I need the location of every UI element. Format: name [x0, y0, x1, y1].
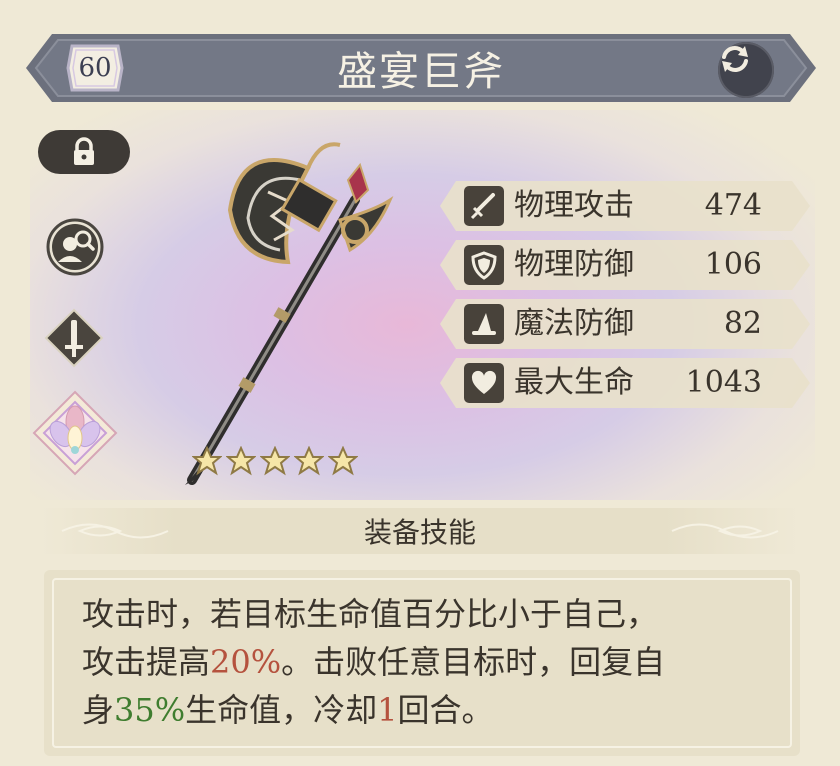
description-text: 攻击提高 [82, 643, 211, 681]
stat-value: 1043 [685, 365, 762, 400]
lotus-emblem-button[interactable] [30, 388, 120, 478]
skill-section-title: 装备技能 [363, 516, 476, 549]
star-icon [226, 446, 256, 476]
description-line: 攻击时，若目标生命值百分比小于自己， [82, 590, 762, 638]
stat-row-physical-defense: 物理防御 106 [440, 240, 810, 290]
wizard-hat-icon [472, 313, 496, 335]
stat-label: 物理攻击 [514, 188, 634, 223]
great-axe-icon [185, 142, 394, 485]
title-banner: 60 盛宴巨斧 [26, 28, 816, 108]
stat-value: 474 [704, 188, 762, 223]
sword-type-icon [44, 308, 104, 368]
skill-section-header: 装备技能 [40, 508, 800, 554]
description-text: 攻击时，若目标生命值百分比小于自己， [82, 595, 659, 633]
equipment-detail-panel: 60 盛宴巨斧 物理攻击 474 物理防御 106 魔法防御 82 最大生命 1… [0, 0, 840, 766]
description-line: 攻击提高20%。击败任意目标时，回复自 [82, 638, 762, 686]
skill-description-text: 攻击时，若目标生命值百分比小于自己， 攻击提高20%。击败任意目标时，回复自 身… [82, 590, 762, 734]
heal-percent: 35% [114, 691, 186, 729]
stat-icon-box [464, 186, 504, 226]
stat-value: 82 [723, 306, 762, 341]
stat-label: 最大生命 [514, 365, 634, 400]
stat-icon-box [464, 245, 504, 285]
swap-button[interactable] [718, 42, 774, 98]
shield-icon [471, 251, 497, 280]
sword-icon [470, 193, 495, 220]
star-icon [328, 446, 358, 476]
description-text: 生命值，冷却 [185, 691, 378, 729]
heart-icon [471, 370, 497, 394]
ornament-left-icon [61, 523, 169, 539]
character-search-icon [46, 218, 104, 276]
description-text: 回合。 [397, 691, 494, 729]
description-text: 。击败任意目标时，回复自 [281, 643, 666, 681]
lotus-emblem-icon [32, 390, 118, 476]
weapon-type-button[interactable] [44, 308, 104, 368]
stat-label: 魔法防御 [514, 306, 634, 341]
ornament-right-icon [671, 523, 779, 539]
star-icon [260, 446, 290, 476]
attack-bonus-percent: 20% [210, 643, 282, 681]
stat-row-magic-defense: 魔法防御 82 [440, 299, 810, 349]
stat-label: 物理防御 [514, 247, 634, 282]
star-icon [294, 446, 324, 476]
lock-button[interactable] [38, 130, 130, 174]
star-icon [192, 446, 222, 476]
cooldown-value: 1 [377, 691, 398, 729]
rarity-stars [192, 446, 358, 476]
lock-icon [74, 137, 94, 165]
stat-value: 106 [704, 247, 762, 282]
inspect-character-button[interactable] [46, 218, 104, 276]
skill-description-box: 攻击时，若目标生命值百分比小于自己， 攻击提高20%。击败任意目标时，回复自 身… [44, 570, 800, 756]
stat-icon-box [464, 363, 504, 403]
description-line: 身35%生命值，冷却1回合。 [82, 686, 762, 734]
stat-row-physical-attack: 物理攻击 474 [440, 181, 810, 231]
stat-icon-box [464, 304, 504, 344]
description-text: 身 [82, 691, 115, 729]
stat-row-max-hp: 最大生命 1043 [440, 358, 810, 408]
item-name: 盛宴巨斧 [337, 49, 505, 95]
swap-arrows-icon [722, 46, 748, 72]
